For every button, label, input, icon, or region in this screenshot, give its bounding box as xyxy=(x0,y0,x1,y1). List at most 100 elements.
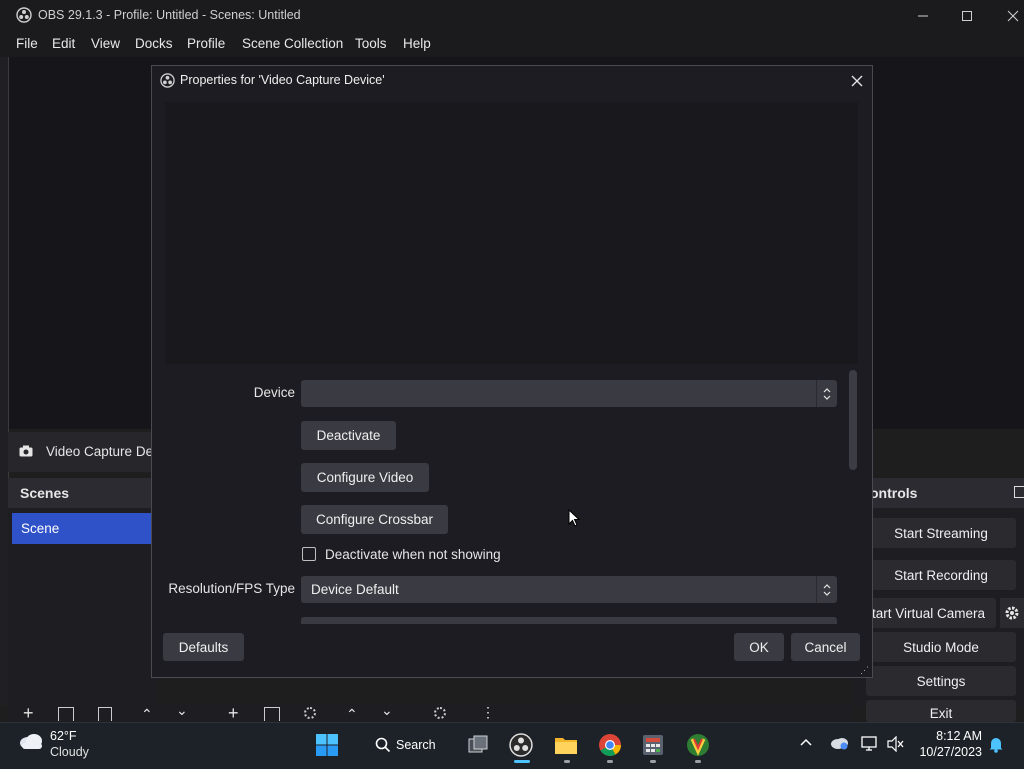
source-preview xyxy=(165,102,858,364)
controls-title: ontrols xyxy=(870,485,918,501)
partially-visible-select[interactable] xyxy=(301,617,837,624)
remove-source-icon[interactable] xyxy=(264,707,280,721)
dialog-close-button[interactable] xyxy=(848,72,866,90)
move-up-icon[interactable]: ⌃ xyxy=(141,706,153,723)
scrollbar-thumb[interactable] xyxy=(849,370,857,470)
updown-chevron-icon xyxy=(816,380,837,407)
app-button-v[interactable] xyxy=(681,728,715,762)
display-icon[interactable] xyxy=(861,736,879,752)
device-select[interactable] xyxy=(301,380,837,407)
menu-view[interactable]: View xyxy=(91,36,120,51)
menu-profile[interactable]: Profile xyxy=(187,36,225,51)
filters-icon[interactable] xyxy=(98,707,112,721)
close-icon xyxy=(1007,10,1019,21)
windows-icon xyxy=(316,734,338,756)
minimize-button[interactable] xyxy=(900,0,946,31)
resolution-label: Resolution/FPS Type xyxy=(168,581,295,596)
configure-crossbar-button[interactable]: Configure Crossbar xyxy=(301,505,448,534)
menu-tools[interactable]: Tools xyxy=(355,36,387,51)
running-indicator xyxy=(695,760,701,763)
start-button[interactable] xyxy=(310,728,344,762)
clock-date[interactable]: 10/27/2023 xyxy=(916,745,982,759)
folder-icon xyxy=(555,738,577,754)
virtual-camera-settings-button[interactable] xyxy=(1000,598,1024,628)
chrome-icon xyxy=(599,734,621,756)
running-indicator xyxy=(607,760,613,763)
undock-icon[interactable] xyxy=(1014,486,1024,498)
maximize-button[interactable] xyxy=(944,0,990,31)
menu-bar: File Edit View Docks Profile Scene Colle… xyxy=(0,31,1024,57)
task-view-icon xyxy=(468,735,488,753)
weather-desc[interactable]: Cloudy xyxy=(50,745,89,759)
menu-help[interactable]: Help xyxy=(403,36,431,51)
menu-edit[interactable]: Edit xyxy=(52,36,75,51)
obs-taskbar-button[interactable] xyxy=(504,728,538,762)
scene-item-label: Scene xyxy=(21,521,60,536)
notification-bell-icon[interactable] xyxy=(988,736,1004,753)
chrome-button[interactable] xyxy=(593,728,627,762)
menu-file[interactable]: File xyxy=(16,36,38,51)
v-app-icon xyxy=(687,734,709,756)
close-icon xyxy=(851,75,863,87)
settings-button[interactable]: Settings xyxy=(866,666,1016,696)
dock-toolbar: + ⌃ ⌄ + ⌃ ⌄ ⋮ xyxy=(8,702,852,723)
add-source-icon[interactable]: + xyxy=(228,704,239,722)
resolution-select[interactable]: Device Default xyxy=(301,576,837,603)
scenes-dock-header: Scenes xyxy=(8,478,158,508)
scenes-title: Scenes xyxy=(20,485,70,501)
source-down-icon[interactable]: ⌄ xyxy=(381,702,393,719)
menu-scene-collection[interactable]: Scene Collection xyxy=(242,36,343,51)
source-up-icon[interactable]: ⌃ xyxy=(346,706,358,723)
mouse-cursor-icon xyxy=(568,509,580,527)
updown-chevron-icon xyxy=(816,576,837,603)
start-virtual-camera-button[interactable]: tart Virtual Camera xyxy=(866,598,996,628)
source-label[interactable]: Video Capture De xyxy=(46,444,153,459)
running-indicator xyxy=(650,760,656,763)
source-properties-icon[interactable] xyxy=(304,707,316,719)
start-streaming-button[interactable]: Start Streaming xyxy=(866,518,1016,548)
cancel-button[interactable]: Cancel xyxy=(791,633,860,661)
studio-mode-button[interactable]: Studio Mode xyxy=(866,632,1016,662)
app-button-calculator[interactable] xyxy=(636,728,670,762)
scene-item[interactable]: Scene xyxy=(12,513,157,544)
chevron-up-icon[interactable] xyxy=(799,737,813,747)
more-options-icon[interactable]: ⋮ xyxy=(481,704,495,721)
menu-docks[interactable]: Docks xyxy=(135,36,173,51)
defaults-button[interactable]: Defaults xyxy=(163,633,244,661)
file-explorer-button[interactable] xyxy=(549,728,583,762)
add-scene-icon[interactable]: + xyxy=(23,704,34,722)
camera-icon xyxy=(19,445,33,457)
resize-grip-icon[interactable]: ⋰ xyxy=(860,666,869,675)
calculator-icon xyxy=(643,735,663,755)
search-icon xyxy=(375,737,391,753)
start-recording-button[interactable]: Start Recording xyxy=(866,560,1016,590)
audio-settings-icon[interactable] xyxy=(434,707,446,719)
obs-logo-icon xyxy=(16,7,32,23)
deactivate-when-not-showing-checkbox[interactable] xyxy=(302,547,316,561)
weather-temp[interactable]: 62°F xyxy=(50,729,77,743)
search-button[interactable]: Search xyxy=(366,730,441,760)
minimize-icon xyxy=(918,15,928,16)
move-down-icon[interactable]: ⌄ xyxy=(176,702,188,719)
gear-icon xyxy=(1005,606,1019,620)
active-indicator xyxy=(514,760,530,763)
cloud-icon[interactable] xyxy=(18,731,44,751)
ok-button[interactable]: OK xyxy=(734,633,784,661)
obs-logo-icon xyxy=(160,73,175,88)
window-title: OBS 29.1.3 - Profile: Untitled - Scenes:… xyxy=(38,8,301,22)
search-label: Search xyxy=(396,738,436,752)
volume-muted-icon[interactable] xyxy=(887,736,905,752)
exit-button[interactable]: Exit xyxy=(866,700,1016,722)
running-indicator xyxy=(564,760,570,763)
close-window-button[interactable] xyxy=(990,0,1024,31)
deactivate-when-not-showing-label[interactable]: Deactivate when not showing xyxy=(325,547,501,562)
task-view-button[interactable] xyxy=(461,728,495,762)
configure-video-button[interactable]: Configure Video xyxy=(301,463,429,492)
clock-time[interactable]: 8:12 AM xyxy=(920,729,982,743)
deactivate-button[interactable]: Deactivate xyxy=(301,421,396,450)
maximize-icon xyxy=(962,10,972,21)
obs-app-icon xyxy=(509,733,533,757)
remove-scene-icon[interactable] xyxy=(58,707,74,721)
controls-dock-header: ontrols xyxy=(866,478,1024,508)
onedrive-icon[interactable] xyxy=(829,736,849,750)
